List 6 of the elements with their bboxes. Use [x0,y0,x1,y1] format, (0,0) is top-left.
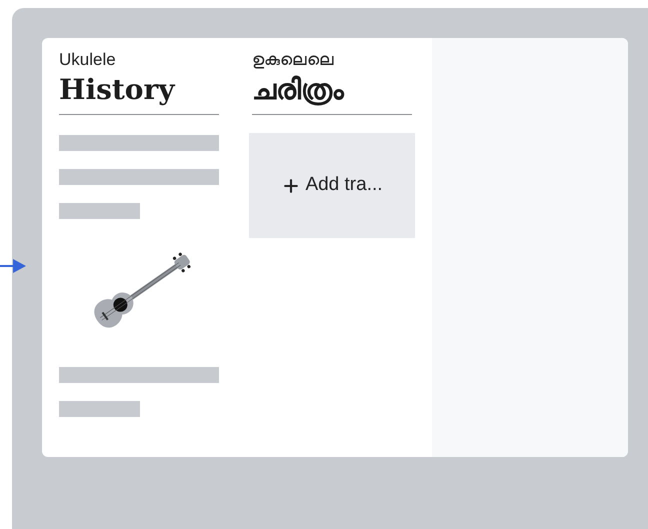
column-subtitle: ഉകുലെലെ [252,50,335,70]
column-title: History [59,72,176,108]
column-subtitle: Ukulele [59,50,117,70]
add-button[interactable]: Add tra... [249,133,415,238]
column-title: ചരിത്രം [252,72,346,108]
arrow-icon [0,258,26,274]
